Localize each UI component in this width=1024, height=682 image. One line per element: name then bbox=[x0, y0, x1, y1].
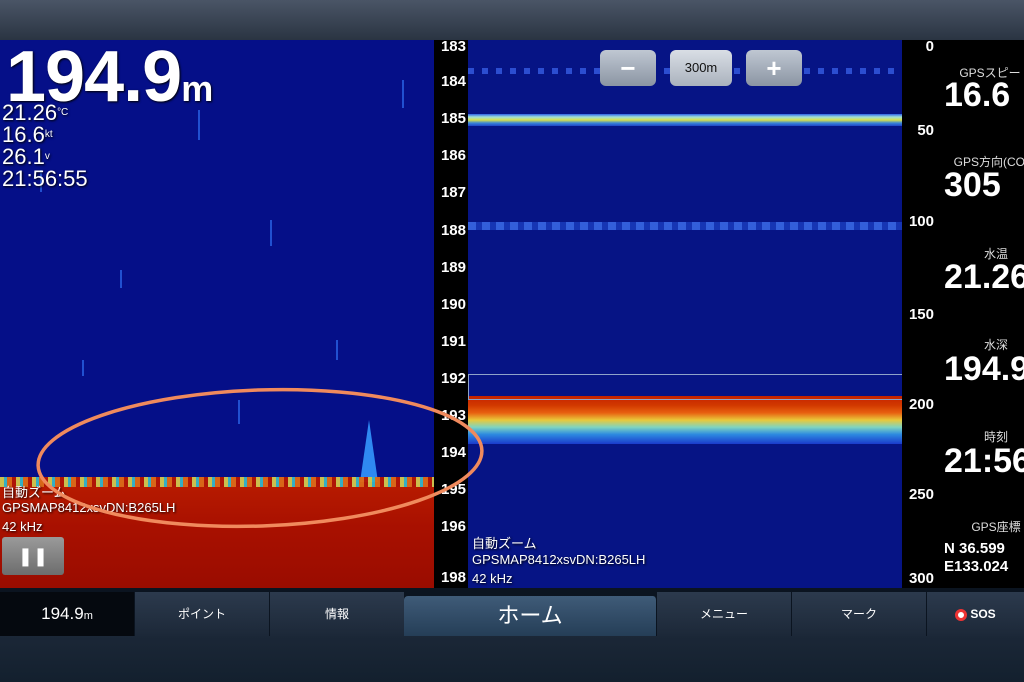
device-bezel-top bbox=[0, 0, 1024, 40]
device-bezel-bottom bbox=[0, 636, 1024, 682]
chartplotter-screen: 194.9m 21.26°C 16.6kt 26.1v 21:56:55 自動ズ… bbox=[0, 38, 1024, 636]
annotation-circle-overlay bbox=[36, 387, 484, 529]
annotation-circle bbox=[36, 387, 484, 529]
